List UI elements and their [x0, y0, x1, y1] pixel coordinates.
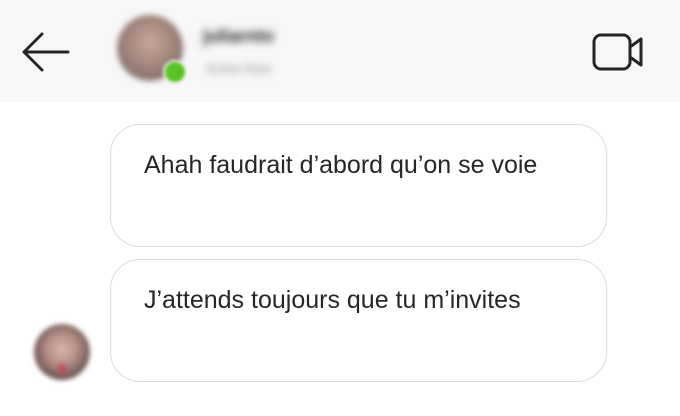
message-bubble[interactable]: J’attends toujours que tu m’invites	[110, 259, 607, 382]
video-camera-icon	[592, 33, 643, 71]
contact-name[interactable]: juliarnto	[203, 26, 274, 46]
online-status-dot	[163, 60, 187, 84]
video-call-button[interactable]	[591, 30, 645, 74]
back-button[interactable]	[20, 30, 72, 74]
contact-status: Active Now	[206, 61, 272, 76]
chat-header: juliarnto Active Now	[0, 0, 680, 102]
message-bubble[interactable]: Ahah faudrait d’abord qu’on se voie	[110, 124, 607, 247]
arrow-left-icon	[22, 32, 70, 72]
sender-avatar[interactable]	[34, 324, 90, 380]
message-text: Ahah faudrait d’abord qu’on se voie	[144, 151, 538, 179]
message-text: J’attends toujours que tu m’invites	[144, 286, 521, 314]
